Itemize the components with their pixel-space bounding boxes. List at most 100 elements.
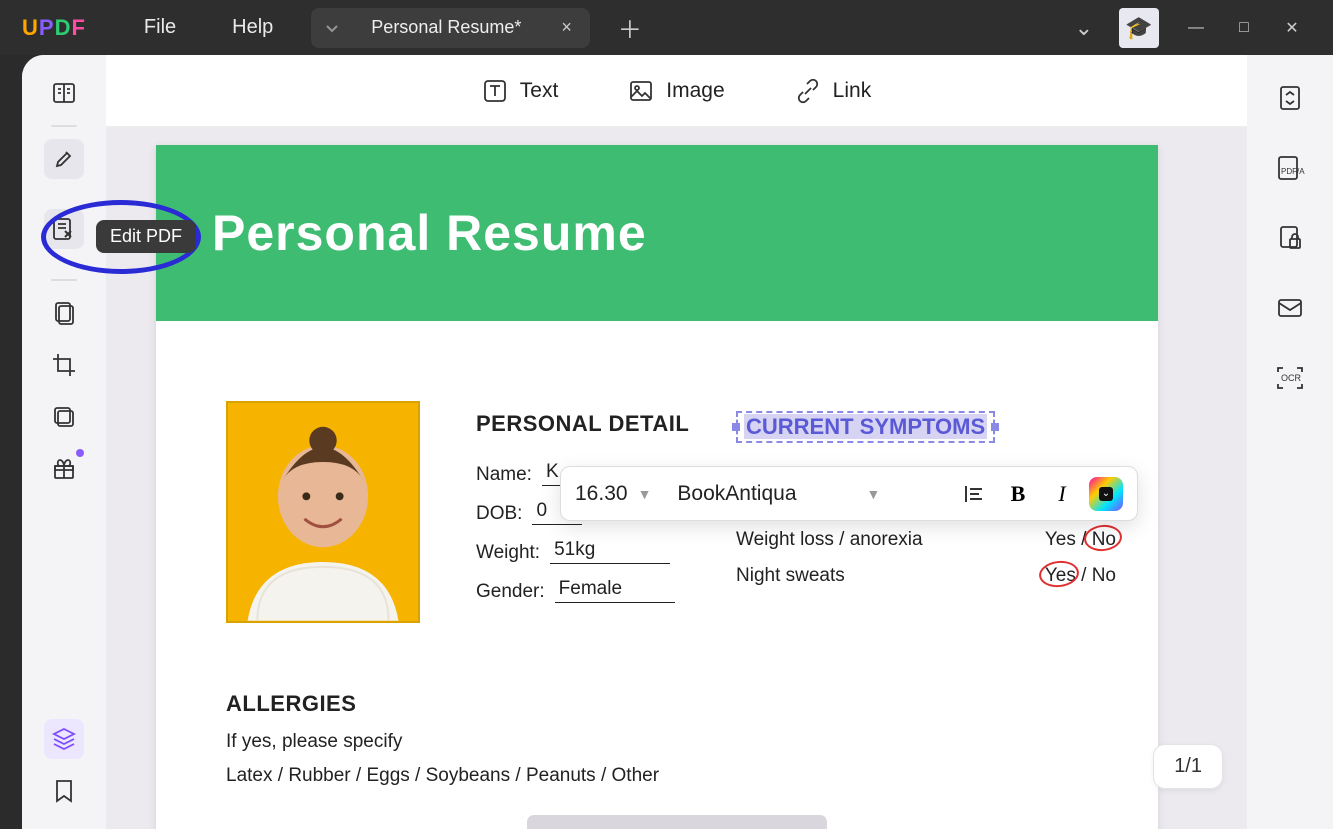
left-sidebar	[22, 55, 106, 829]
separator	[51, 279, 77, 281]
symptom-label: Weight loss / anorexia	[736, 529, 923, 551]
align-left-icon	[963, 483, 985, 505]
pdfa-icon: PDF/A	[1275, 154, 1305, 182]
protect-button[interactable]	[1269, 217, 1311, 259]
file-lock-icon	[1277, 224, 1303, 252]
redact-button[interactable]	[44, 397, 84, 437]
bookmark-icon	[53, 778, 75, 804]
mail-icon	[1276, 297, 1304, 319]
field-gender: Gender: Female	[476, 578, 736, 603]
allergies-header: ALLERGIES	[226, 691, 659, 717]
color-picker-button[interactable]: ⌄	[1089, 477, 1123, 511]
tool-image-label: Image	[666, 79, 724, 103]
new-tab-button[interactable]: ＋	[618, 10, 642, 45]
tool-image[interactable]: Image	[628, 78, 724, 104]
selected-text-box[interactable]: CURRENT SYMPTOMS	[736, 411, 995, 443]
align-button[interactable]	[957, 477, 991, 511]
chevron-down-icon	[325, 21, 339, 35]
organize-pages-button[interactable]	[44, 293, 84, 333]
page-banner: Personal Resume	[156, 145, 1158, 321]
dob-label: DOB:	[476, 503, 522, 525]
reader-icon	[51, 80, 77, 106]
profile-photo[interactable]	[226, 401, 420, 623]
allergies-line2: Latex / Rubber / Eggs / Soybeans / Peanu…	[226, 765, 659, 787]
gender-label: Gender:	[476, 581, 545, 603]
window-close[interactable]: ✕	[1281, 18, 1303, 38]
gift-button[interactable]	[44, 449, 84, 489]
edit-pdf-button[interactable]	[44, 209, 84, 249]
titlebar-right: ⌄ 🎓 — □ ✕	[1075, 0, 1333, 55]
crop-icon	[51, 352, 77, 378]
title-bar: UPDF File Help Personal Resume* × ＋ ⌄ 🎓 …	[0, 0, 1333, 55]
window-maximize[interactable]: □	[1233, 19, 1255, 37]
svg-text:PDF/A: PDF/A	[1281, 167, 1305, 176]
tool-link-label: Link	[833, 79, 872, 103]
allergies-section: ALLERGIES If yes, please specify Latex /…	[226, 691, 659, 799]
font-size-value: 16.30	[575, 482, 628, 506]
font-family-value: BookAntiqua	[677, 482, 796, 506]
detail-header: PERSONAL DETAIL	[476, 411, 736, 437]
bookmark-button[interactable]	[44, 771, 84, 811]
image-icon	[628, 78, 654, 104]
symptom-yn: Yes / No	[1045, 565, 1116, 587]
symptom-label: Night sweats	[736, 565, 845, 587]
document-canvas[interactable]: Personal Resume	[106, 127, 1247, 829]
symptoms-header: CURRENT SYMPTOMS	[744, 414, 987, 439]
tool-text[interactable]: Text	[482, 78, 559, 104]
italic-button[interactable]: I	[1045, 477, 1079, 511]
share-button[interactable]	[1269, 287, 1311, 329]
allergies-line1: If yes, please specify	[226, 731, 659, 753]
notification-dot	[76, 449, 84, 457]
font-size-dropdown[interactable]: 16.30 ▼	[575, 482, 657, 506]
weight-value[interactable]: 51kg	[550, 539, 670, 564]
pages-icon	[51, 300, 77, 326]
edit-page-icon	[51, 216, 77, 242]
crop-button[interactable]	[44, 345, 84, 385]
account-avatar[interactable]: 🎓	[1119, 8, 1159, 48]
page-body: PERSONAL DETAIL Name: K DOB: 0 Weight: 5…	[156, 321, 1158, 441]
menu-help[interactable]: Help	[204, 16, 301, 39]
page-indicator[interactable]: 1/1	[1153, 744, 1223, 789]
convert-icon	[1276, 84, 1304, 112]
tab-dropdown[interactable]	[311, 8, 353, 48]
chevron-down-icon: ▼	[638, 486, 652, 502]
pdf-page[interactable]: Personal Resume	[156, 145, 1158, 829]
tabs-overflow-button[interactable]: ⌄	[1075, 15, 1093, 41]
gift-icon	[51, 456, 77, 482]
symptom-yn: Yes / No	[1045, 529, 1116, 551]
layers-button[interactable]	[44, 719, 84, 759]
stack-icon	[51, 404, 77, 430]
chevron-down-icon: ⌄	[1099, 487, 1113, 501]
text-format-toolbar[interactable]: 16.30 ▼ BookAntiqua ▼ B I ⌄	[560, 466, 1138, 521]
document-tab[interactable]: Personal Resume* ×	[353, 8, 590, 48]
link-icon	[795, 78, 821, 104]
ocr-button[interactable]: OCR	[1269, 357, 1311, 399]
app-surface: PDF/A OCR Text Image Link Personal R	[22, 55, 1333, 829]
font-family-dropdown[interactable]: BookAntiqua ▼	[667, 482, 947, 506]
chevron-down-icon: ▼	[867, 486, 881, 502]
field-weight: Weight: 51kg	[476, 539, 736, 564]
right-sidebar: PDF/A OCR	[1247, 55, 1333, 829]
layers-icon	[51, 726, 77, 752]
person-illustration	[228, 403, 418, 621]
tab-close-button[interactable]: ×	[561, 17, 572, 38]
bold-button[interactable]: B	[1001, 477, 1035, 511]
edit-toolbar: Text Image Link	[106, 55, 1247, 127]
horizontal-scrollbar[interactable]	[527, 815, 827, 829]
convert-button[interactable]	[1269, 77, 1311, 119]
name-label: Name:	[476, 464, 532, 486]
tool-link[interactable]: Link	[795, 78, 872, 104]
reader-mode-button[interactable]	[44, 73, 84, 113]
ocr-icon: OCR	[1275, 365, 1305, 391]
gender-value[interactable]: Female	[555, 578, 675, 603]
window-minimize[interactable]: —	[1185, 19, 1207, 37]
weight-label: Weight:	[476, 542, 540, 564]
pdfa-button[interactable]: PDF/A	[1269, 147, 1311, 189]
highlighter-icon	[51, 146, 77, 172]
tool-text-label: Text	[520, 79, 559, 103]
svg-text:OCR: OCR	[1281, 373, 1302, 383]
annotate-button[interactable]	[44, 139, 84, 179]
menu-file[interactable]: File	[116, 16, 204, 39]
app-logo: UPDF	[22, 15, 86, 41]
edit-pdf-tooltip: Edit PDF	[96, 220, 196, 253]
